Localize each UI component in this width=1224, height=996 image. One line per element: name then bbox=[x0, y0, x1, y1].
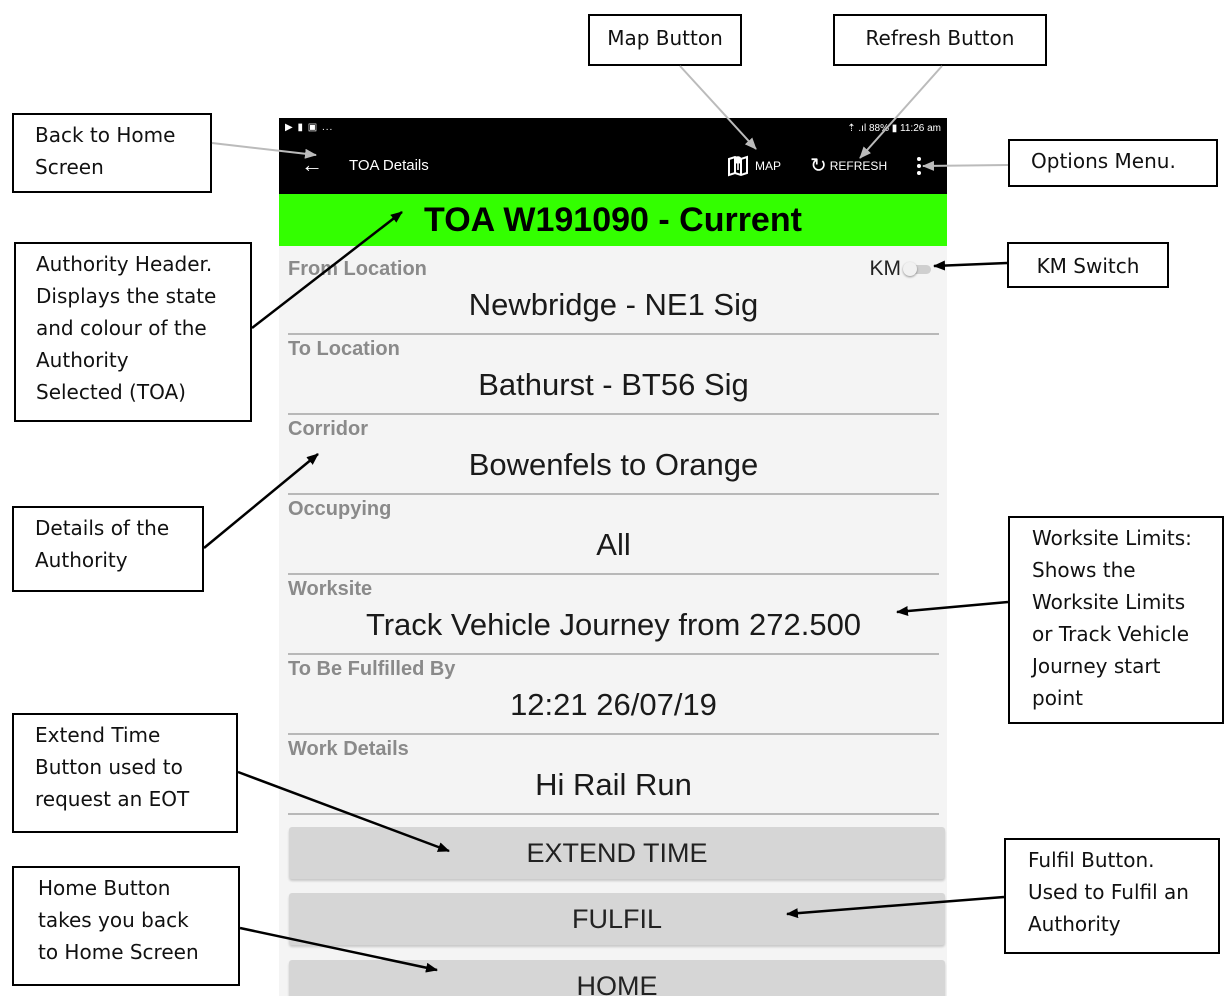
arrow-back bbox=[211, 142, 317, 159]
arrow-extend-time bbox=[237, 770, 450, 853]
arrow-authority-header bbox=[251, 211, 403, 329]
arrow-options bbox=[922, 160, 1009, 171]
arrow-home bbox=[239, 926, 438, 973]
callout-arrows bbox=[203, 65, 1009, 973]
arrow-map bbox=[679, 65, 757, 150]
arrow-worksite bbox=[896, 600, 1009, 616]
arrow-details bbox=[203, 453, 319, 549]
arrow-km-switch bbox=[933, 260, 1008, 271]
arrow-refresh bbox=[859, 65, 943, 159]
arrow-fulfil bbox=[786, 895, 1005, 919]
